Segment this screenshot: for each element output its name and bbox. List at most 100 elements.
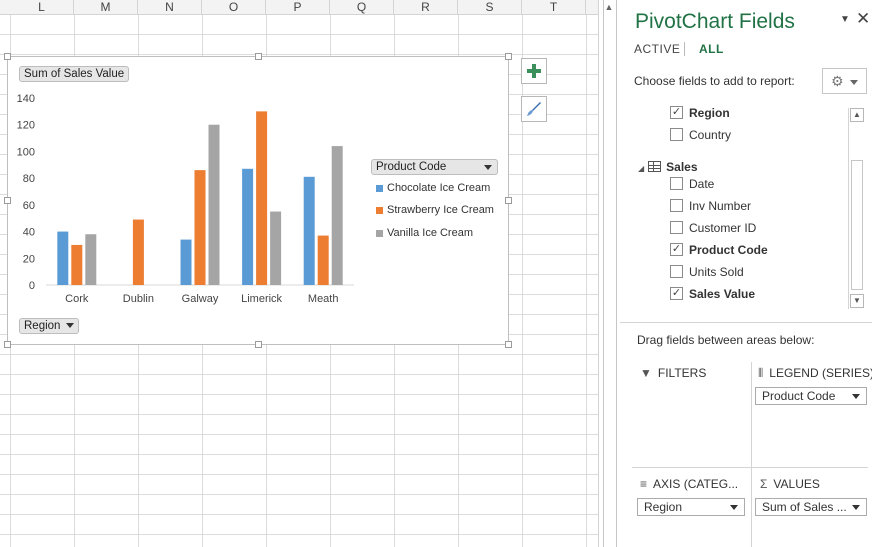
bar[interactable]	[270, 211, 282, 285]
checkbox[interactable]: ✓	[670, 243, 683, 257]
values-area-field-dropdown[interactable]: Sum of Sales ...	[755, 498, 867, 516]
x-tick-label: Limerick	[241, 293, 282, 305]
bar[interactable]	[57, 231, 69, 285]
checkbox[interactable]	[670, 265, 683, 279]
field-item-sales-value[interactable]: ✓ Sales Value	[670, 287, 755, 305]
scroll-thumb[interactable]	[851, 160, 863, 290]
close-icon[interactable]: ✕	[856, 9, 870, 29]
tab-active[interactable]: ACTIVE	[634, 42, 680, 56]
filters-area-label: FILTERS	[657, 366, 707, 380]
column-headers: L M N O P Q R S T	[0, 0, 600, 15]
pane-options-chevron-icon[interactable]: ▼	[840, 14, 850, 25]
field-item-customer-id[interactable]: Customer ID	[670, 221, 756, 239]
values-area-label: VALUES	[773, 477, 820, 491]
legend-swatch	[376, 184, 383, 192]
bar[interactable]	[331, 146, 343, 285]
chart-elements-button[interactable]	[521, 58, 547, 84]
field-item-product-code[interactable]: ✓ Product Code	[670, 243, 768, 261]
field-list: ✓ Region Country ◢ Sales Date Inv Number C…	[634, 102, 868, 310]
field-item-country[interactable]: Country	[670, 128, 731, 146]
field-label: Units Sold	[689, 265, 744, 279]
values-area-field-label: Sum of Sales ...	[762, 500, 847, 514]
axis-field-button[interactable]: Region	[19, 318, 80, 334]
bar[interactable]	[132, 219, 144, 285]
resize-handle[interactable]	[4, 341, 11, 348]
collapse-triangle-icon[interactable]: ◢	[638, 164, 644, 173]
column-header[interactable]: T	[522, 0, 586, 15]
checkbox[interactable]	[670, 199, 683, 213]
chevron-down-icon	[852, 505, 860, 510]
bar[interactable]	[85, 234, 97, 285]
resize-handle[interactable]	[255, 53, 262, 60]
y-tick-label: 120	[17, 120, 35, 132]
checkbox[interactable]: ✓	[670, 106, 683, 120]
legend-area-field-dropdown[interactable]: Product Code	[755, 387, 867, 405]
x-tick-label: Galway	[182, 293, 219, 305]
axis-field-label: Region	[24, 320, 61, 332]
axis-area-label: AXIS (CATEG...	[653, 477, 739, 491]
resize-handle[interactable]	[505, 341, 512, 348]
y-tick-label: 20	[23, 253, 35, 265]
checkbox[interactable]	[670, 128, 683, 142]
chevron-down-icon	[849, 79, 858, 85]
filters-area-title: ▼ FILTERS	[640, 366, 706, 380]
legend-swatch	[376, 206, 383, 214]
bar[interactable]	[256, 111, 268, 285]
field-label: Region	[689, 106, 730, 120]
resize-handle[interactable]	[505, 197, 512, 204]
checkbox[interactable]	[670, 177, 683, 191]
bar[interactable]	[194, 170, 206, 285]
scroll-up-arrow-icon[interactable]: ▲	[850, 108, 864, 122]
table-node-sales[interactable]: ◢ Sales	[638, 160, 698, 178]
column-header[interactable]: N	[138, 0, 202, 15]
resize-handle[interactable]	[255, 341, 262, 348]
x-tick-label: Dublin	[123, 293, 154, 305]
scroll-up-arrow-icon[interactable]: ▲	[602, 0, 616, 14]
column-header[interactable]: R	[394, 0, 458, 15]
axis-area-field-label: Region	[644, 500, 683, 514]
field-list-scrollbar[interactable]: ▲ ▼	[848, 108, 864, 309]
checkbox[interactable]: ✓	[670, 287, 683, 301]
resize-handle[interactable]	[4, 53, 11, 60]
bar[interactable]	[317, 235, 329, 285]
field-item-units-sold[interactable]: Units Sold	[670, 265, 744, 283]
y-tick-label: 0	[29, 280, 35, 292]
chevron-down-icon	[484, 165, 492, 170]
axis-area-field-dropdown[interactable]: Region	[637, 498, 745, 516]
legend-field-button[interactable]: Product Code	[371, 159, 498, 175]
column-header[interactable]: S	[458, 0, 522, 15]
bar[interactable]	[180, 239, 192, 285]
legend-entry-label: Strawberry Ice Cream	[387, 204, 494, 216]
column-header[interactable]: O	[202, 0, 266, 15]
y-tick-label: 60	[23, 200, 35, 212]
field-item-inv-number[interactable]: Inv Number	[670, 199, 751, 217]
legend-area-label: LEGEND (SERIES)	[769, 366, 872, 380]
legend-entry: Chocolate Ice Cream	[376, 182, 490, 194]
column-header[interactable]: P	[266, 0, 330, 15]
field-item-region[interactable]: ✓ Region	[670, 106, 730, 124]
scroll-down-arrow-icon[interactable]: ▼	[850, 294, 864, 308]
bar[interactable]	[303, 176, 315, 285]
bar[interactable]	[208, 124, 220, 285]
column-header[interactable]: L	[10, 0, 74, 15]
tab-all[interactable]: ALL	[699, 42, 724, 56]
resize-handle[interactable]	[505, 53, 512, 60]
bar[interactable]	[242, 168, 254, 285]
checkbox[interactable]	[670, 221, 683, 235]
areas-divider	[632, 467, 868, 468]
bar[interactable]	[71, 244, 83, 285]
resize-handle[interactable]	[4, 197, 11, 204]
field-item-date[interactable]: Date	[670, 177, 714, 195]
field-list-settings-button[interactable]: ⚙	[822, 68, 867, 94]
field-label: Customer ID	[689, 221, 757, 235]
x-tick-label: Cork	[65, 293, 89, 305]
chart-plot: 0 20 40 60 80 100 120 140 Cork Dublin Galway Limeri…	[17, 93, 354, 305]
pivot-chart[interactable]: 0 20 40 60 80 100 120 140 Cork Dublin Galway Limeri…	[4, 53, 512, 348]
legend-entry-label: Chocolate Ice Cream	[387, 182, 491, 194]
chart-styles-button[interactable]	[521, 96, 547, 122]
values-field-button[interactable]: Sum of Sales Value	[19, 66, 130, 82]
pane-splitter[interactable]	[598, 0, 620, 547]
column-header[interactable]: M	[74, 0, 138, 15]
field-label: Country	[689, 128, 732, 142]
column-header[interactable]: Q	[330, 0, 394, 15]
